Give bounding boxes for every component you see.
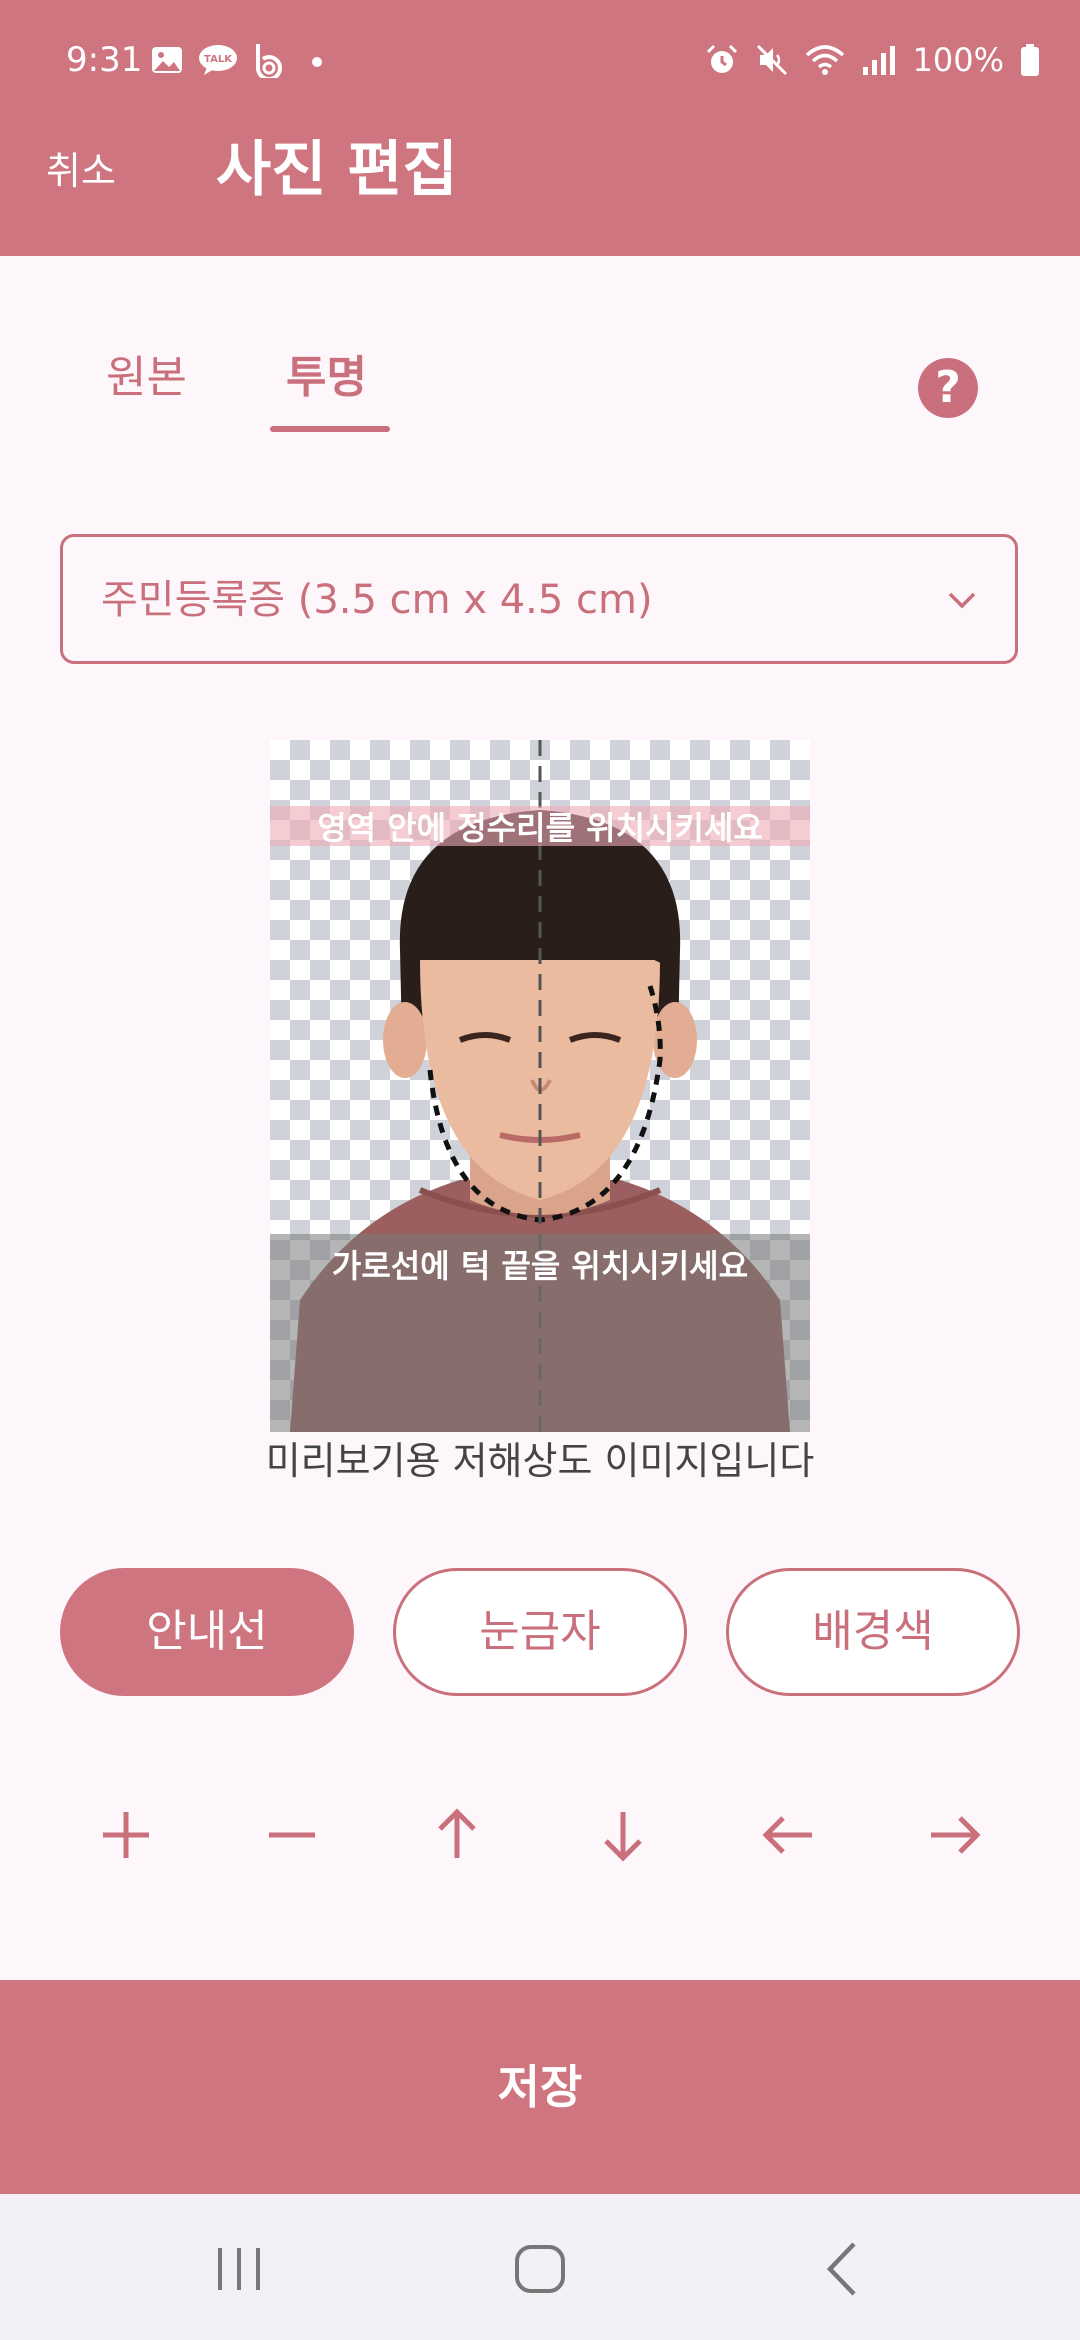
system-nav-bar — [0, 2194, 1080, 2340]
tab-selected-indicator — [270, 426, 390, 432]
photo-size-select[interactable]: 주민등록증 (3.5 cm x 4.5 cm) — [60, 534, 1018, 664]
photo-size-value: 주민등록증 (3.5 cm x 4.5 cm) — [101, 577, 653, 623]
dot-icon — [312, 57, 322, 67]
tab-transparent[interactable]: 투명 — [286, 348, 367, 408]
gallery-icon — [152, 47, 182, 73]
alarm-icon — [706, 44, 737, 73]
chevron-down-icon — [948, 592, 976, 609]
chin-hint-text: 가로선에 턱 끝을 위치시키세요 — [331, 1247, 749, 1285]
move-right-icon[interactable] — [919, 1800, 989, 1870]
signal-icon — [862, 46, 895, 75]
move-up-icon[interactable] — [422, 1800, 492, 1870]
save-button[interactable]: 저장 — [0, 1980, 1080, 2194]
crown-hint-text: 영역 안에 정수리를 위치시키세요 — [317, 809, 763, 847]
svg-text:TALK: TALK — [204, 54, 233, 65]
page-title: 사진 편집 — [216, 135, 458, 205]
guide-lines-button[interactable]: 안내선 — [60, 1568, 354, 1696]
preview-caption: 미리보기용 저해상도 이미지입니다 — [265, 1439, 815, 1483]
help-icon: ? — [935, 362, 961, 413]
status-system-icons: 100% — [705, 38, 1040, 82]
wifi-icon — [805, 45, 844, 75]
move-left-icon[interactable] — [754, 1800, 824, 1870]
cancel-button[interactable]: 취소 — [46, 146, 116, 196]
photo-preview[interactable]: 영역 안에 정수리를 위치시키세요 가로선에 턱 끝을 위치시키세요 — [270, 740, 810, 1432]
zoom-out-icon[interactable] — [257, 1800, 327, 1870]
status-time: 9:31 — [66, 40, 143, 80]
tab-original[interactable]: 원본 — [106, 348, 187, 408]
help-button[interactable]: ? — [918, 358, 978, 418]
zoom-in-icon[interactable] — [91, 1800, 161, 1870]
ruler-button[interactable]: 눈금자 — [393, 1568, 687, 1696]
recent-apps-icon[interactable] — [204, 2234, 274, 2304]
battery-icon — [1021, 44, 1039, 76]
status-notification-icons: TALK — [150, 40, 334, 80]
background-color-button[interactable]: 배경색 — [726, 1568, 1020, 1696]
home-icon[interactable] — [505, 2234, 575, 2304]
back-icon[interactable] — [808, 2234, 878, 2304]
mute-icon — [756, 44, 787, 76]
battery-percent: 100% — [912, 41, 1004, 79]
move-down-icon[interactable] — [588, 1800, 658, 1870]
b-app-icon — [256, 44, 282, 78]
talk-icon: TALK — [199, 45, 237, 75]
app-header: 9:31 TALK 100% 취소 사진 편집 — [0, 0, 1080, 256]
